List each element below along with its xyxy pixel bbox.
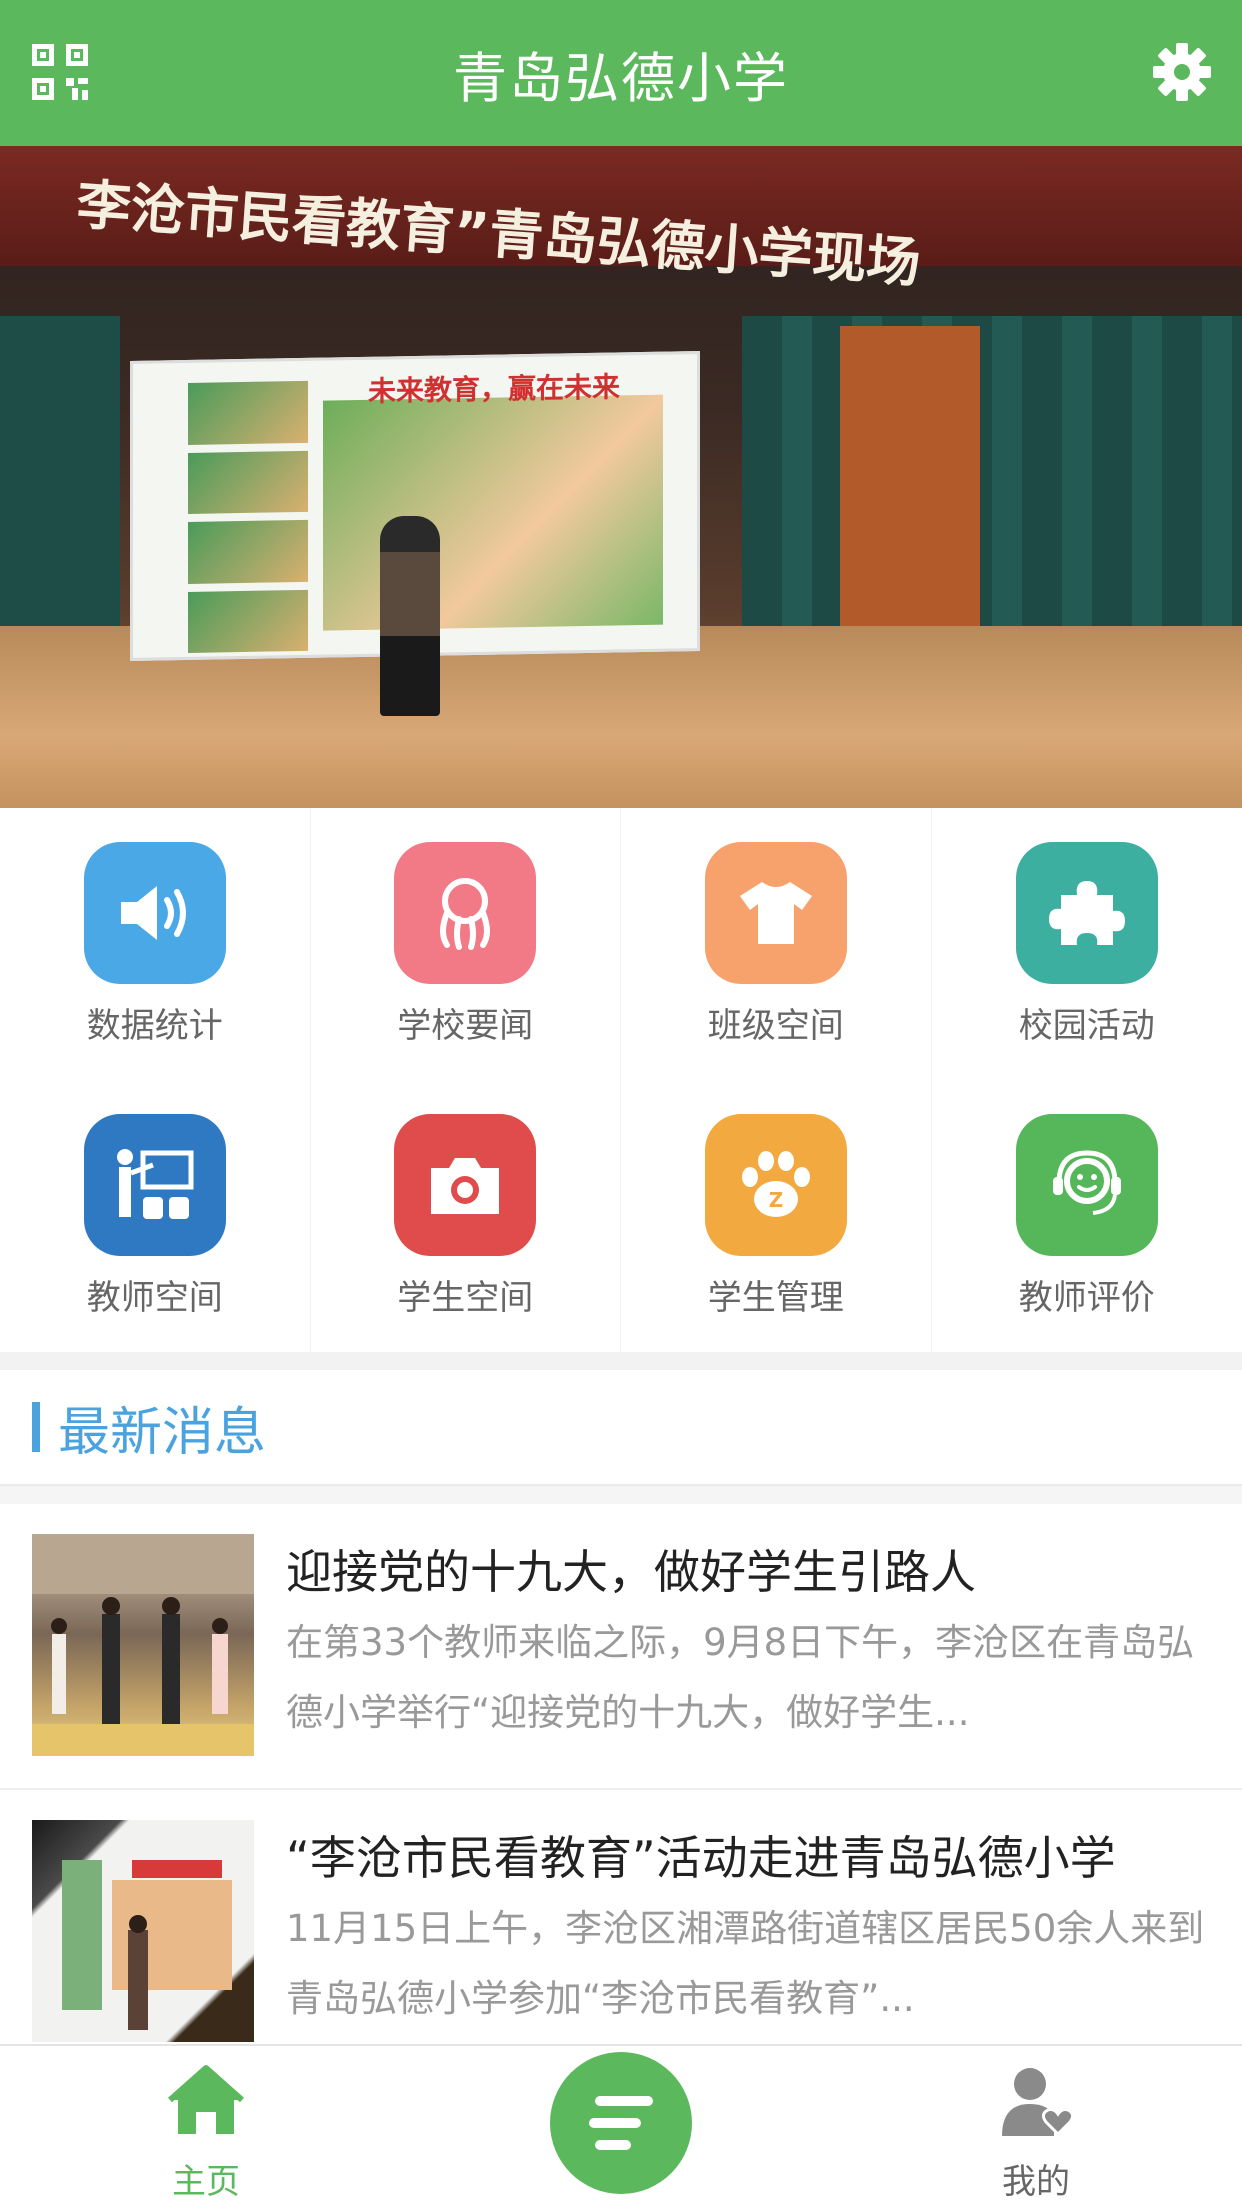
news-title: 迎接党的十九大，做好学生引路人 [286, 1545, 976, 1599]
news-thumbnail [32, 1820, 254, 2042]
grid-item-label: 数据统计 [86, 1006, 223, 1046]
speaker-figure [380, 516, 440, 716]
news-summary: 11月15日上午，李沧区湘潭路街道辖区居民50余人来到青岛弘德小学参加“李沧市民… [286, 1907, 1205, 2020]
news-list: 迎接党的十九大，做好学生引路人 在第33个教师来临之际，9月8日下午，李沧区在青… [0, 1504, 1242, 2044]
section-divider [0, 1486, 1242, 1504]
tab-home[interactable]: 主页 [126, 2046, 286, 2208]
news-item[interactable]: 迎接党的十九大，做好学生引路人 在第33个教师来临之际，9月8日下午，李沧区在青… [0, 1504, 1242, 1790]
grid-item-label: 学生管理 [707, 1278, 844, 1318]
latest-news-header: 最新消息 [0, 1370, 1242, 1486]
teacher-board-icon [83, 1114, 226, 1256]
app-header: 青岛弘德小学 [0, 0, 1242, 146]
user-heart-icon [1002, 2068, 1075, 2137]
grid-item-data-stats[interactable]: 数据统计 [0, 808, 311, 1080]
banner-carousel[interactable]: 李沧市民看教育”青岛弘德小学现场 未来教育，赢在未来 [0, 146, 1242, 808]
grid-item-label: 学生空间 [397, 1278, 534, 1318]
section-title: 最新消息 [58, 1402, 267, 1463]
curtain-left [0, 316, 120, 676]
grid-item-teacher-space[interactable]: 教师空间 [0, 1080, 311, 1352]
grid-item-label: 教师评价 [1018, 1278, 1155, 1318]
screen-main-photo [323, 394, 663, 631]
grid-item-label: 教师空间 [86, 1278, 223, 1318]
news-summary: 在第33个教师来临之际，9月8日下午，李沧区在青岛弘德小学举行“迎接党的十九大，… [286, 1621, 1195, 1734]
news-thumbnail [32, 1534, 254, 1756]
section-accent-bar [32, 1402, 40, 1452]
screen-photo-strip [188, 380, 308, 653]
qr-code-icon[interactable] [32, 44, 88, 100]
puzzle-icon [1015, 842, 1158, 984]
tshirt-icon [704, 842, 847, 984]
grid-item-student-management[interactable]: Z 学生管理 [621, 1080, 932, 1352]
grid-item-campus-activity[interactable]: 校园活动 [932, 808, 1242, 1080]
center-menu-button[interactable] [550, 2052, 692, 2194]
news-title: “李沧市民看教育”活动走进青岛弘德小学 [286, 1831, 1116, 1885]
screen-slogan: 未来教育，赢在未来 [368, 370, 621, 408]
tab-home-label: 主页 [172, 2162, 240, 2202]
grid-item-school-news[interactable]: 学校要闻 [311, 808, 621, 1080]
headset-smile-icon [1015, 1114, 1158, 1256]
feature-grid: 数据统计 学校要闻 班级空间 校园活动 教师空间 学生空间 Z 学生管理 教师评… [0, 808, 1242, 1352]
tab-mine[interactable]: 我的 [956, 2046, 1116, 2208]
section-divider [0, 1352, 1242, 1370]
gear-icon[interactable] [1152, 42, 1212, 102]
grid-item-label: 班级空间 [707, 1006, 844, 1046]
grid-item-teacher-evaluation[interactable]: 教师评价 [932, 1080, 1242, 1352]
svg-text:Z: Z [768, 1188, 783, 1212]
grid-item-class-space[interactable]: 班级空间 [621, 808, 932, 1080]
camera-icon [394, 1114, 537, 1256]
menu-lines-icon [589, 2096, 653, 2150]
grid-item-label: 校园活动 [1018, 1006, 1155, 1046]
octopus-icon [394, 842, 537, 984]
curtain-accent [840, 326, 980, 666]
home-icon [168, 2065, 244, 2134]
curtain-right [742, 316, 1242, 676]
news-item[interactable]: “李沧市民看教育”活动走进青岛弘德小学 11月15日上午，李沧区湘潭路街道辖区居… [0, 1790, 1242, 2044]
grid-item-label: 学校要闻 [397, 1006, 534, 1046]
tab-mine-label: 我的 [1002, 2162, 1070, 2202]
speaker-icon [83, 842, 226, 984]
page-title: 青岛弘德小学 [453, 46, 789, 110]
grid-item-student-space[interactable]: 学生空间 [311, 1080, 621, 1352]
paw-icon: Z [704, 1114, 847, 1256]
